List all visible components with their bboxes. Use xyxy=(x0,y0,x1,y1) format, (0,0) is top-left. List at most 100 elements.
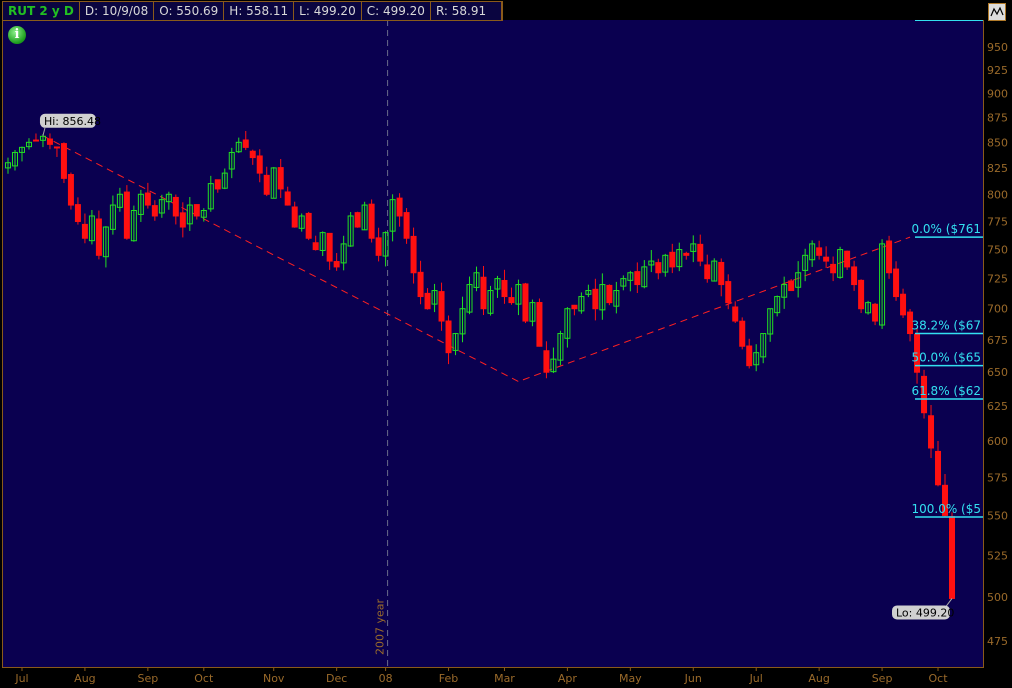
candle-body xyxy=(368,203,375,239)
candle-body xyxy=(312,242,319,251)
candle-body xyxy=(67,174,74,206)
chart-type-icon xyxy=(990,6,1004,17)
symbol-label[interactable]: RUT 2 y D xyxy=(3,2,80,20)
candle-body xyxy=(725,281,732,304)
candle-body xyxy=(193,204,200,217)
candle-body xyxy=(543,350,550,373)
high-value: H: 558.11 xyxy=(224,2,295,20)
candle-body xyxy=(32,139,39,142)
candle-body xyxy=(683,252,690,256)
y-tick-label: 575 xyxy=(987,471,1008,484)
candle-body xyxy=(872,303,879,322)
y-tick-label: 650 xyxy=(987,366,1008,379)
candle-body xyxy=(333,261,340,268)
fib-label: 100.0% ($5 xyxy=(911,502,981,516)
candle-body xyxy=(928,415,935,449)
y-tick-label: 875 xyxy=(987,111,1008,124)
x-tick-label: Aug xyxy=(808,672,829,685)
candle-body xyxy=(326,232,333,262)
candle-body xyxy=(151,205,158,217)
y-tick-label: 925 xyxy=(987,64,1008,77)
open-value: O: 550.69 xyxy=(154,2,225,20)
y-tick-label: 700 xyxy=(987,303,1008,316)
candle-body xyxy=(949,516,955,599)
info-icon[interactable]: i xyxy=(8,26,26,44)
x-tick-label: Nov xyxy=(263,672,285,685)
plot-left-border xyxy=(2,20,3,667)
y-tick-label: 500 xyxy=(987,591,1008,604)
candle-body xyxy=(830,263,837,274)
fib-label: 61.8% ($62 xyxy=(911,384,981,398)
candle-body xyxy=(900,293,907,316)
candle-body xyxy=(844,250,851,268)
y-tick-label: 800 xyxy=(987,188,1008,201)
candle-body xyxy=(354,212,361,228)
low-value: L: 499.20 xyxy=(294,2,362,20)
lo-label: Lo: 499.20 xyxy=(896,606,954,619)
candle-body xyxy=(284,191,291,206)
fib-label: 50.0% ($65 xyxy=(911,351,981,365)
x-tick-label: Oct xyxy=(928,672,948,685)
candle-body xyxy=(501,279,508,298)
candle-body xyxy=(697,243,704,262)
price-chart[interactable]: 2007 year 0.0% ($761 38.2% ($67 50.0% ($65… xyxy=(0,0,1012,688)
y-tick-label: 475 xyxy=(987,635,1008,648)
x-tick-label: Mar xyxy=(494,672,515,685)
candle-body xyxy=(424,292,431,310)
y-tick-label: 625 xyxy=(987,400,1008,413)
chart-type-button[interactable] xyxy=(988,3,1006,21)
candle-body xyxy=(291,206,298,228)
candle-body xyxy=(935,450,942,486)
candle-body xyxy=(123,191,130,239)
candle-body xyxy=(438,291,445,322)
candle-body xyxy=(522,283,529,322)
candle-body xyxy=(396,197,403,217)
x-tick-label: Aug xyxy=(74,672,95,685)
candle-body xyxy=(718,261,725,286)
y-tick-label: 850 xyxy=(987,136,1008,149)
candle-body xyxy=(739,320,746,347)
candle-body xyxy=(81,223,88,239)
candle-body xyxy=(634,271,641,286)
candle-body xyxy=(851,266,858,286)
candle-body xyxy=(403,212,410,239)
candle-body xyxy=(172,196,179,217)
candle-body xyxy=(508,297,515,304)
candle-body xyxy=(732,306,739,322)
y-tick-label: 750 xyxy=(987,244,1008,257)
candle-body xyxy=(214,179,221,190)
candle-body xyxy=(445,320,452,354)
candle-body xyxy=(592,288,599,310)
range-value: R: 58.91 xyxy=(431,2,502,20)
x-tick-label: Jun xyxy=(684,672,702,685)
candle-body xyxy=(858,279,865,310)
y-tick-label: 775 xyxy=(987,215,1008,228)
candle-body xyxy=(823,256,830,262)
candle-body xyxy=(242,139,249,148)
y-tick-label: 675 xyxy=(987,334,1008,347)
candle-body xyxy=(669,251,676,268)
x-tick-label: Jul xyxy=(749,672,763,685)
candle-body xyxy=(816,247,823,256)
x-tick-label: Sep xyxy=(872,672,893,685)
candle-body xyxy=(788,280,795,292)
y-tick-label: 950 xyxy=(987,41,1008,54)
candle-body xyxy=(46,138,53,145)
candle-body xyxy=(417,271,424,298)
y-tick-label: 725 xyxy=(987,273,1008,286)
candle-body xyxy=(95,218,102,256)
candle-body xyxy=(746,345,753,367)
y-tick-label: 525 xyxy=(987,549,1008,562)
fib-label: 38.2% ($67 xyxy=(911,319,981,333)
candle-body xyxy=(893,268,900,298)
hi-label: Hi: 856.48 xyxy=(44,115,101,128)
x-tick-label: Dec xyxy=(326,672,347,685)
candle-body xyxy=(704,264,711,280)
candle-body xyxy=(256,155,263,174)
y-tick-label: 825 xyxy=(987,162,1008,175)
y-tick-label: 900 xyxy=(987,87,1008,100)
candle-body xyxy=(886,240,893,274)
candle-body xyxy=(305,212,312,239)
date-value: D: 10/9/08 xyxy=(80,2,155,20)
x-tick-label: May xyxy=(619,672,642,685)
